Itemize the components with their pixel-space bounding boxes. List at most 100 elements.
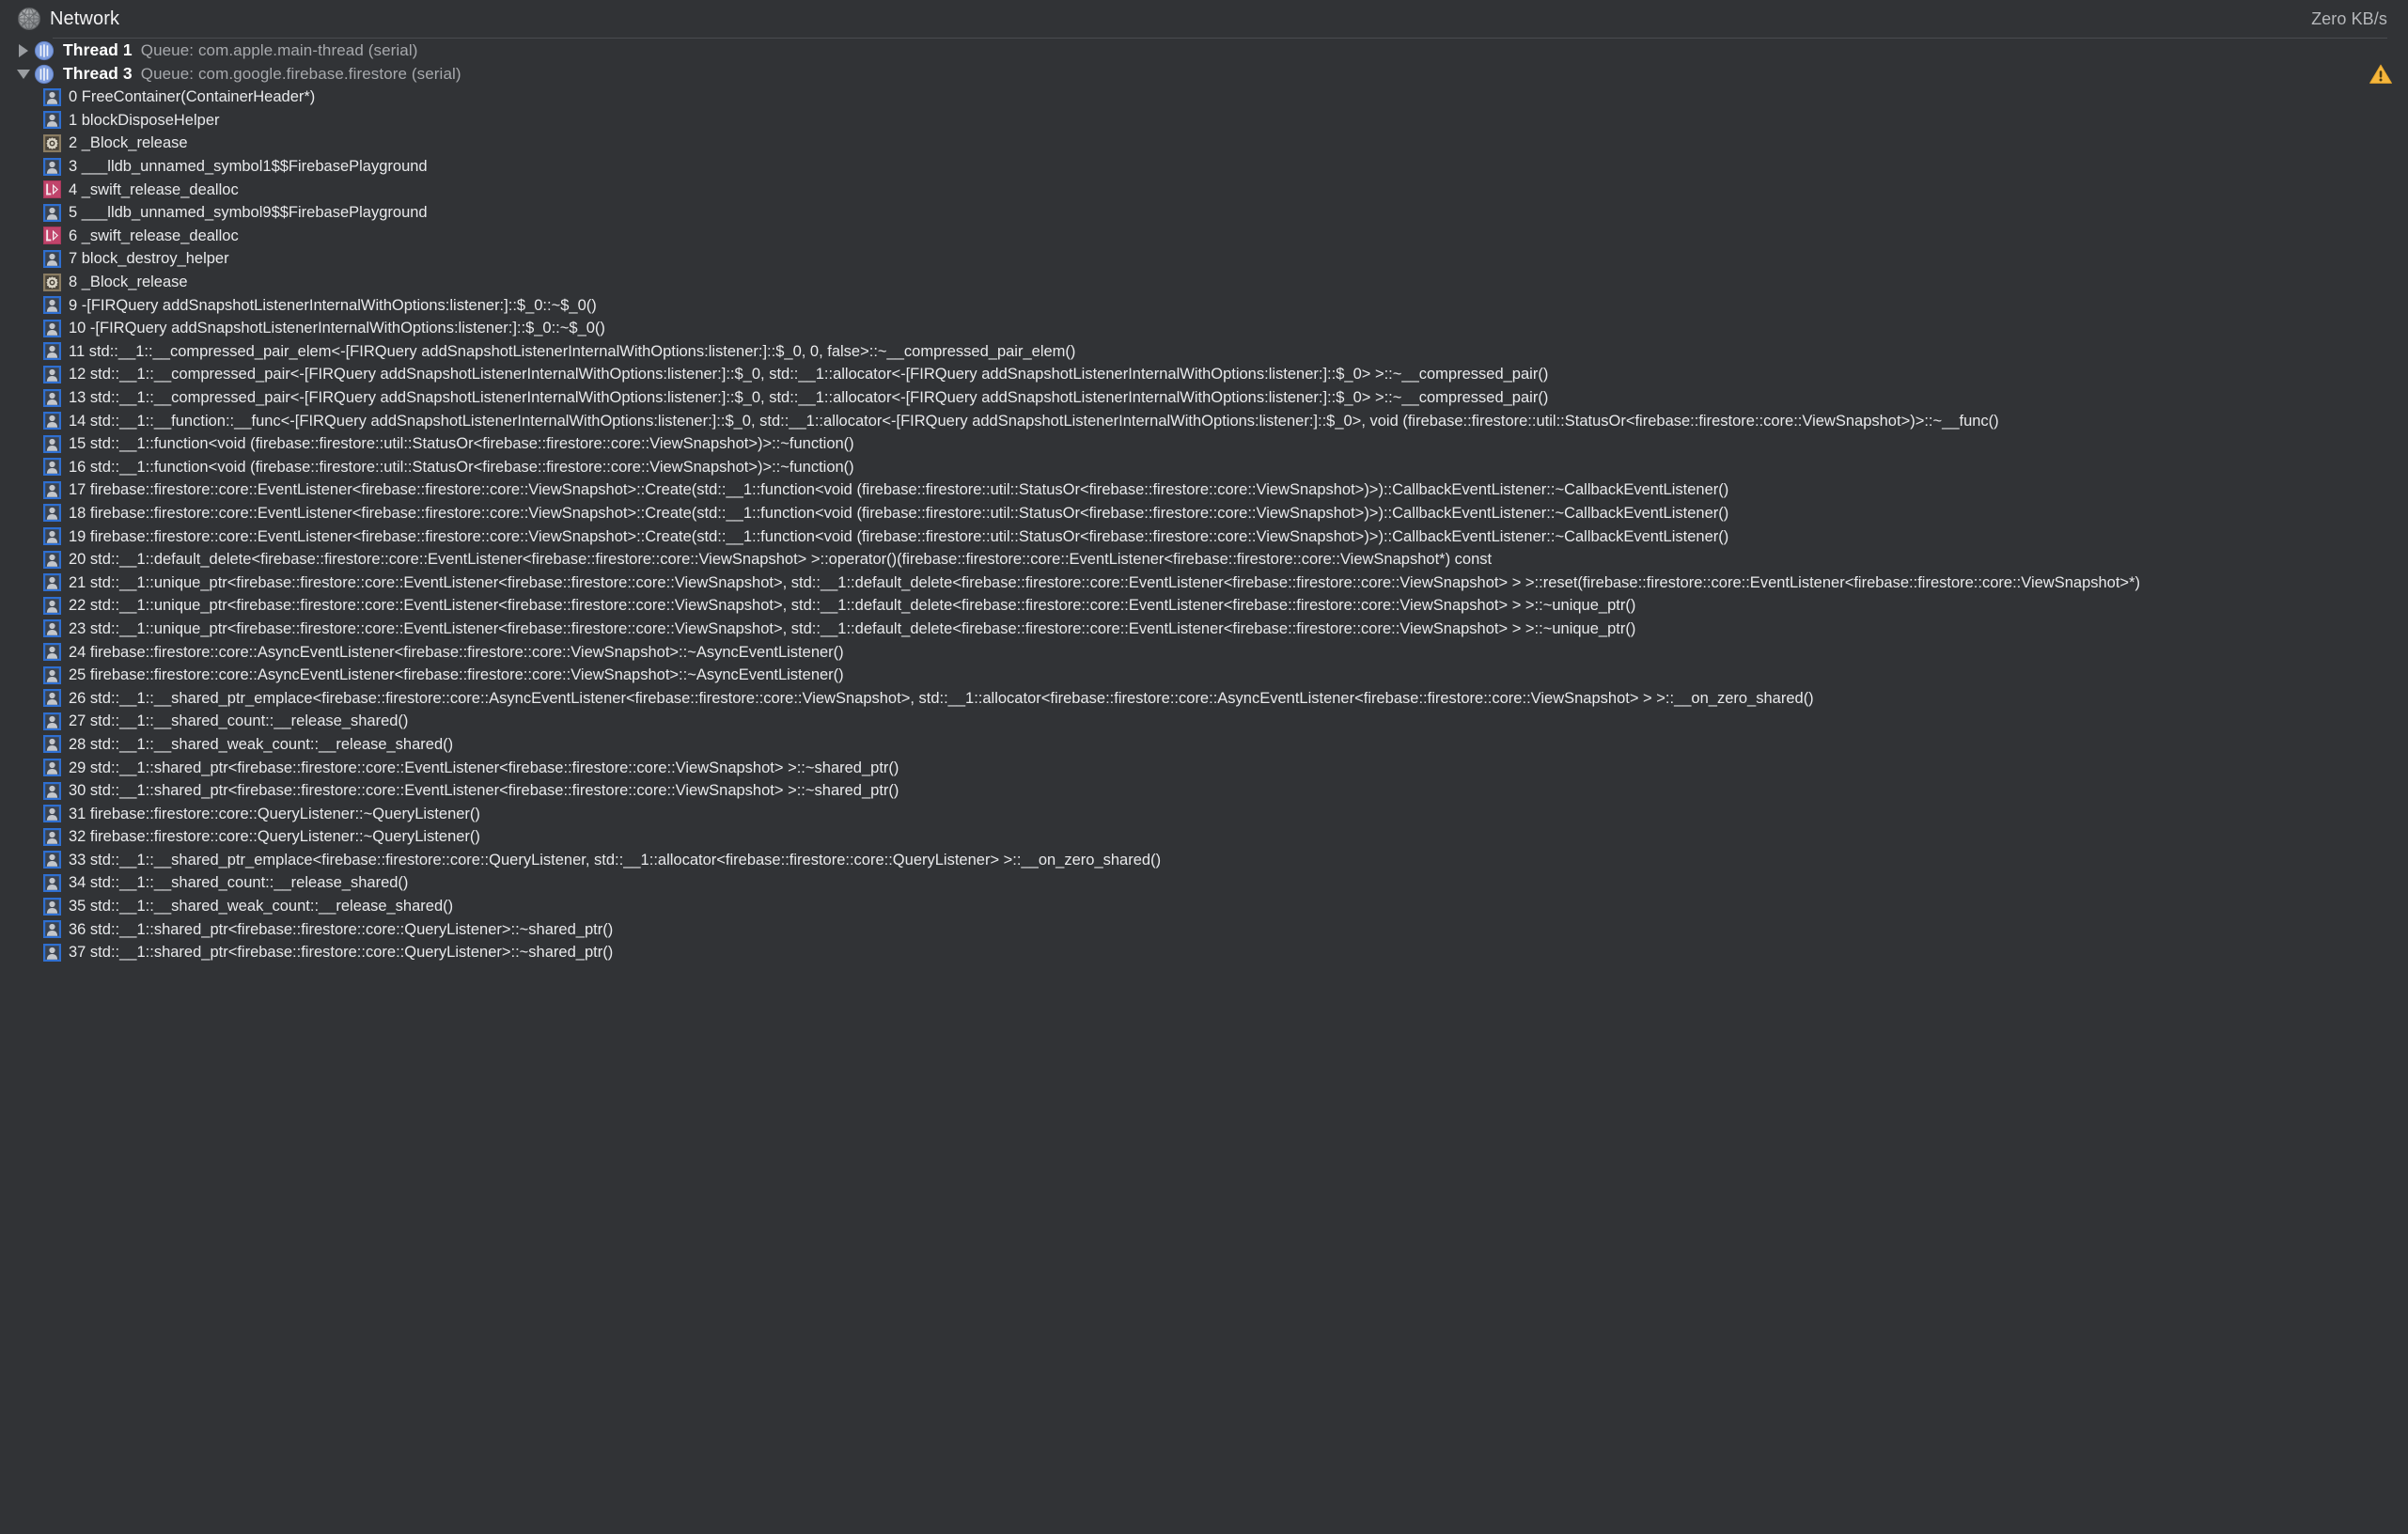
stack-frame-row[interactable]: 24 firebase::firestore::core::AsyncEvent… (0, 640, 2408, 664)
user-code-icon (43, 873, 61, 892)
stack-frame-row[interactable]: 26 std::__1::__shared_ptr_emplace<fireba… (0, 686, 2408, 710)
network-rate-label: Zero KB/s (2311, 8, 2387, 28)
stack-frame-row[interactable]: 0 FreeContainer(ContainerHeader*) (0, 86, 2408, 109)
triangle-glyph (17, 69, 30, 79)
stack-frame-label: 10 -[FIRQuery addSnapshotListenerInterna… (69, 320, 605, 337)
warning-triangle-icon[interactable] (2369, 62, 2393, 86)
stack-frame-row[interactable]: 16 std::__1::function<void (firebase::fi… (0, 456, 2408, 479)
topbar-left-group: Network (17, 7, 119, 31)
stack-frame-row[interactable]: 23 std::__1::unique_ptr<firebase::firest… (0, 618, 2408, 641)
user-code-icon (43, 111, 61, 130)
stack-frame-row[interactable]: 9 -[FIRQuery addSnapshotListenerInternal… (0, 293, 2408, 317)
thread-tree: Thread 1 Queue: com.apple.main-thread (se… (0, 39, 2408, 964)
stack-frame-label: 17 firebase::firestore::core::EventListe… (69, 481, 1729, 499)
stack-frame-row[interactable]: 8 _Block_release (0, 271, 2408, 294)
stack-frame-label: 20 std::__1::default_delete<firebase::fi… (69, 551, 1493, 569)
thread-icon (34, 64, 55, 84)
page-title: Network (50, 8, 120, 29)
stack-frame-row[interactable]: 11 std::__1::__compressed_pair_elem<-[FI… (0, 340, 2408, 364)
stack-frame-row[interactable]: 13 std::__1::__compressed_pair<-[FIRQuer… (0, 386, 2408, 410)
user-code-icon (43, 827, 61, 846)
user-code-icon (43, 157, 61, 176)
user-code-icon (43, 550, 61, 569)
stack-frame-label: 14 std::__1::__function::__func<-[FIRQue… (69, 412, 1999, 430)
user-code-icon (43, 619, 61, 638)
stack-frame-row[interactable]: 37 std::__1::shared_ptr<firebase::firest… (0, 941, 2408, 964)
user-code-icon (43, 851, 61, 869)
stack-frame-row[interactable]: 29 std::__1::shared_ptr<firebase::firest… (0, 756, 2408, 779)
stack-frame-label: 7 block_destroy_helper (69, 250, 229, 268)
stack-frame-row[interactable]: 18 firebase::firestore::core::EventListe… (0, 502, 2408, 525)
stack-frame-row[interactable]: 2 _Block_release (0, 132, 2408, 155)
stack-frame-row[interactable]: 36 std::__1::shared_ptr<firebase::firest… (0, 917, 2408, 941)
stack-frame-label: 34 std::__1::__shared_count::__release_s… (69, 874, 409, 892)
system-gear-icon (43, 273, 61, 291)
stack-frame-row[interactable]: 30 std::__1::shared_ptr<firebase::firest… (0, 779, 2408, 803)
stack-frame-row[interactable]: 7 block_destroy_helper (0, 247, 2408, 271)
stack-frame-label: 6 _swift_release_dealloc (69, 227, 239, 244)
stack-frame-row[interactable]: 19 firebase::firestore::core::EventListe… (0, 524, 2408, 548)
thread-row[interactable]: Thread 1 Queue: com.apple.main-thread (se… (0, 39, 2408, 62)
thread-name-label: Thread 3 (63, 64, 133, 83)
stack-frame-row[interactable]: 3 ___lldb_unnamed_symbol1$$FirebasePlayg… (0, 155, 2408, 179)
stack-frame-label: 23 std::__1::unique_ptr<firebase::firest… (69, 619, 1636, 637)
user-code-icon (43, 319, 61, 337)
stack-frame-label: 33 std::__1::__shared_ptr_emplace<fireba… (69, 851, 1162, 869)
stack-frame-label: 35 std::__1::__shared_weak_count::__rele… (69, 898, 454, 916)
stack-frame-row[interactable]: 17 firebase::firestore::core::EventListe… (0, 478, 2408, 502)
user-code-icon (43, 920, 61, 939)
stack-frame-label: 24 firebase::firestore::core::AsyncEvent… (69, 643, 844, 661)
stack-frame-row[interactable]: 21 std::__1::unique_ptr<firebase::firest… (0, 571, 2408, 594)
user-code-icon (43, 249, 61, 268)
stack-frame-row[interactable]: 33 std::__1::__shared_ptr_emplace<fireba… (0, 849, 2408, 872)
network-topbar: Network Zero KB/s (0, 0, 2408, 38)
thread-row[interactable]: Thread 3 Queue: com.google.firebase.fires… (0, 62, 2408, 86)
stack-frame-row[interactable]: 35 std::__1::__shared_weak_count::__rele… (0, 895, 2408, 918)
stack-frame-label: 28 std::__1::__shared_weak_count::__rele… (69, 735, 454, 753)
stack-frame-row[interactable]: 31 firebase::firestore::core::QueryListe… (0, 802, 2408, 825)
user-code-icon (43, 458, 61, 477)
user-code-icon (43, 689, 61, 708)
stack-frame-row[interactable]: 1 blockDisposeHelper (0, 109, 2408, 133)
stack-frame-label: 29 std::__1::shared_ptr<firebase::firest… (69, 759, 899, 776)
stack-frame-label: 11 std::__1::__compressed_pair_elem<-[FI… (69, 342, 1076, 360)
network-globe-icon (18, 8, 40, 30)
stack-frame-row[interactable]: 34 std::__1::__shared_count::__release_s… (0, 871, 2408, 895)
stack-frame-label: 36 std::__1::shared_ptr<firebase::firest… (69, 920, 614, 938)
user-code-icon (43, 805, 61, 823)
stack-frame-row[interactable]: 20 std::__1::default_delete<firebase::fi… (0, 548, 2408, 571)
stack-frame-label: 3 ___lldb_unnamed_symbol1$$FirebasePlayg… (69, 158, 428, 176)
stack-frame-label: 16 std::__1::function<void (firebase::fi… (69, 458, 854, 476)
stack-frame-row[interactable]: 14 std::__1::__function::__func<-[FIRQue… (0, 409, 2408, 432)
stack-frame-row[interactable]: 6 _swift_release_dealloc (0, 225, 2408, 248)
disclosure-triangle-open-icon[interactable] (13, 64, 34, 85)
stack-frame-label: 31 firebase::firestore::core::QueryListe… (69, 805, 480, 822)
stack-frame-row[interactable]: 32 firebase::firestore::core::QueryListe… (0, 825, 2408, 849)
disclosure-triangle-closed-icon[interactable] (13, 40, 34, 61)
stack-frame-label: 1 blockDisposeHelper (69, 111, 220, 129)
user-code-icon (43, 665, 61, 684)
thread-queue-label: Queue: com.google.firebase.firestore (se… (140, 64, 461, 83)
stack-frame-label: 5 ___lldb_unnamed_symbol9$$FirebasePlayg… (69, 204, 428, 222)
stack-frame-label: 32 firebase::firestore::core::QueryListe… (69, 828, 480, 846)
stack-frame-row[interactable]: 4 _swift_release_dealloc (0, 178, 2408, 201)
stack-frame-label: 0 FreeContainer(ContainerHeader*) (69, 88, 316, 106)
user-code-icon (43, 365, 61, 384)
stack-frame-row[interactable]: 28 std::__1::__shared_weak_count::__rele… (0, 733, 2408, 757)
stack-frame-row[interactable]: 22 std::__1::unique_ptr<firebase::firest… (0, 594, 2408, 618)
thread-name-label: Thread 1 (63, 40, 133, 59)
user-code-icon (43, 296, 61, 315)
stack-frame-row[interactable]: 12 std::__1::__compressed_pair<-[FIRQuer… (0, 363, 2408, 386)
stack-frame-row[interactable]: 15 std::__1::function<void (firebase::fi… (0, 432, 2408, 456)
user-code-icon (43, 527, 61, 546)
user-code-icon (43, 388, 61, 407)
stack-frame-label: 12 std::__1::__compressed_pair<-[FIRQuer… (69, 366, 1549, 384)
stack-frame-row[interactable]: 27 std::__1::__shared_count::__release_s… (0, 710, 2408, 733)
stack-frame-row[interactable]: 25 firebase::firestore::core::AsyncEvent… (0, 664, 2408, 687)
system-gear-icon (43, 133, 61, 152)
stack-frame-row[interactable]: 5 ___lldb_unnamed_symbol9$$FirebasePlayg… (0, 201, 2408, 225)
thread-icon (34, 40, 55, 60)
stack-frame-row[interactable]: 10 -[FIRQuery addSnapshotListenerInterna… (0, 317, 2408, 340)
swift-icon (43, 180, 61, 199)
user-code-icon (43, 573, 61, 592)
